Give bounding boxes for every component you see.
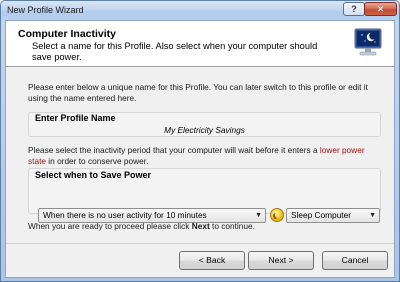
intro-text: Please enter below a unique name for thi… <box>28 82 368 103</box>
proceed-text: When you are ready to proceed please cli… <box>28 221 382 232</box>
page-title: Computer Inactivity <box>18 28 117 40</box>
profile-name-label: Enter Profile Name <box>35 113 116 123</box>
proceed-text-after: to continue. <box>209 221 255 231</box>
cancel-button[interactable]: Cancel <box>322 251 388 270</box>
title-bar[interactable]: New Profile Wizard ? ✕ <box>1 1 399 20</box>
sleep-moon-icon <box>270 208 284 222</box>
wizard-client-area: Computer Inactivity Select a name for th… <box>5 20 395 278</box>
profile-name-field[interactable]: My Electricity Savings <box>31 124 378 136</box>
back-button[interactable]: < Back <box>179 251 245 270</box>
power-action-value: Sleep Computer <box>291 210 351 220</box>
inactivity-text-after: in order to conserve power. <box>46 156 149 166</box>
next-keyword: Next <box>191 221 210 231</box>
inactivity-period-value: When there is no user activity for 10 mi… <box>43 210 207 220</box>
window-title: New Profile Wizard <box>7 5 84 15</box>
proceed-text-before: When you are ready to proceed please cli… <box>28 221 192 231</box>
inactivity-text-before: Please select the inactivity period that… <box>28 145 320 155</box>
monitor-moon-icon <box>354 28 382 56</box>
save-power-group: Select when to Save Power When there is … <box>28 168 381 223</box>
profile-name-group: Enter Profile Name My Electricity Saving… <box>28 112 381 137</box>
footer-divider <box>6 243 394 244</box>
save-power-label: Select when to Save Power <box>35 170 152 180</box>
help-button[interactable]: ? <box>343 2 365 16</box>
close-button[interactable]: ✕ <box>364 2 397 16</box>
next-button[interactable]: Next > <box>248 251 314 270</box>
inactivity-text: Please select the inactivity period that… <box>28 145 382 167</box>
wizard-window: New Profile Wizard ? ✕ Computer Inactivi… <box>0 0 400 282</box>
wizard-header: Computer Inactivity Select a name for th… <box>6 21 394 67</box>
page-description: Select a name for this Profile. Also sel… <box>32 41 318 62</box>
